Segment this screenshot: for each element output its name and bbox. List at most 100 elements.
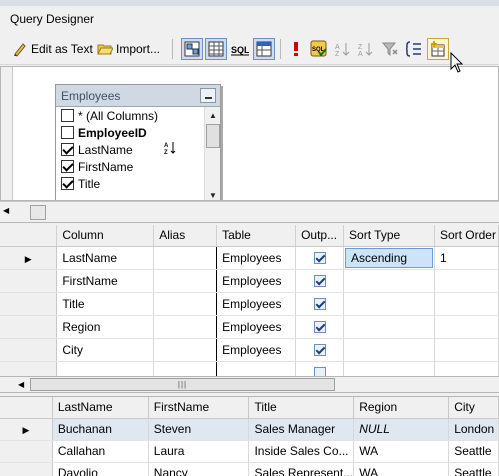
output-checkbox[interactable] bbox=[313, 321, 326, 334]
sort-type-dropdown[interactable]: Ascending bbox=[345, 247, 433, 268]
column-cell[interactable]: LastName bbox=[56, 246, 155, 270]
diagram-column-item[interactable]: FirstName bbox=[56, 158, 204, 175]
row-selector[interactable] bbox=[0, 338, 58, 362]
diagram-column-item[interactable]: Title bbox=[56, 175, 204, 192]
output-cell[interactable] bbox=[295, 246, 345, 270]
minimize-icon[interactable] bbox=[200, 88, 216, 103]
output-checkbox[interactable] bbox=[313, 275, 326, 288]
table-cell[interactable]: Employees bbox=[216, 338, 297, 362]
diagram-pane-button[interactable] bbox=[181, 38, 203, 60]
result-firstname-cell[interactable]: Nancy bbox=[148, 462, 250, 476]
row-selector[interactable] bbox=[0, 361, 58, 376]
result-lastname-cell[interactable]: Davolio bbox=[52, 462, 149, 476]
table-header[interactable]: Table bbox=[216, 225, 297, 247]
table-cell[interactable]: Employees bbox=[216, 315, 297, 339]
criteria-row[interactable]: Region Employees bbox=[0, 315, 499, 339]
scroll-thumb[interactable] bbox=[206, 124, 220, 148]
alias-cell[interactable] bbox=[153, 292, 218, 316]
output-cell[interactable] bbox=[295, 361, 345, 376]
sort-order-cell[interactable]: 1 bbox=[434, 246, 499, 270]
alias-cell[interactable] bbox=[153, 361, 218, 376]
result-region-cell[interactable]: WA bbox=[353, 462, 450, 476]
row-selector[interactable] bbox=[0, 315, 58, 339]
output-checkbox[interactable] bbox=[313, 367, 326, 376]
criteria-grid[interactable]: Column Alias Table Outp... Sort Type Sor… bbox=[0, 225, 499, 377]
result-firstname-cell[interactable]: Steven bbox=[148, 418, 250, 441]
scroll-thumb[interactable]: ||| bbox=[30, 378, 335, 391]
result-header-region[interactable]: Region bbox=[353, 397, 450, 419]
column-checkbox[interactable] bbox=[61, 143, 74, 156]
scroll-left-icon[interactable]: ◀ bbox=[3, 206, 9, 215]
import-button[interactable]: Import... bbox=[97, 38, 160, 60]
sort-type-header[interactable]: Sort Type bbox=[343, 225, 435, 247]
column-cell[interactable]: Region bbox=[56, 315, 155, 339]
alias-cell[interactable] bbox=[153, 246, 218, 270]
column-checkbox[interactable] bbox=[61, 126, 74, 139]
scroll-up-icon[interactable]: ▲ bbox=[205, 107, 221, 123]
row-selector[interactable] bbox=[0, 440, 53, 463]
results-pane-button[interactable] bbox=[253, 38, 275, 60]
row-selector[interactable] bbox=[0, 269, 58, 293]
result-row[interactable]: Davolio Nancy Sales Represent... WA Seattle bbox=[0, 462, 499, 476]
sort-order-cell[interactable] bbox=[434, 315, 499, 339]
result-region-cell[interactable]: NULL bbox=[353, 418, 450, 441]
result-title-cell[interactable]: Inside Sales Co... bbox=[248, 440, 355, 463]
column-cell[interactable]: City bbox=[56, 338, 155, 362]
employees-table-box[interactable]: Employees * (All Columns) EmployeeID LastN… bbox=[55, 84, 221, 200]
result-region-cell[interactable]: WA bbox=[353, 440, 450, 463]
row-selector[interactable]: ▶ bbox=[0, 246, 58, 270]
result-city-cell[interactable]: Seattle bbox=[448, 462, 499, 476]
diagram-column-item[interactable]: EmployeeID bbox=[56, 124, 204, 141]
diagram-pane[interactable]: Employees * (All Columns) EmployeeID LastN… bbox=[0, 66, 499, 201]
result-lastname-cell[interactable]: Callahan bbox=[52, 440, 149, 463]
sort-order-header[interactable]: Sort Order bbox=[434, 225, 499, 247]
alias-cell[interactable] bbox=[153, 315, 218, 339]
row-selector[interactable] bbox=[0, 292, 58, 316]
criteria-row[interactable]: FirstName Employees bbox=[0, 269, 499, 293]
use-groupby-button[interactable] bbox=[403, 38, 425, 60]
result-title-cell[interactable]: Sales Represent... bbox=[248, 462, 355, 476]
row-selector[interactable]: ▶ bbox=[0, 418, 53, 441]
table-cell[interactable]: Employees bbox=[216, 269, 297, 293]
sort-type-cell[interactable] bbox=[343, 315, 435, 339]
row-selector[interactable] bbox=[0, 462, 53, 476]
column-cell[interactable]: Title bbox=[56, 292, 155, 316]
table-cell[interactable]: Employees bbox=[216, 292, 297, 316]
alias-cell[interactable] bbox=[153, 338, 218, 362]
scroll-down-icon[interactable]: ▼ bbox=[205, 187, 221, 200]
diagram-hscrollbar[interactable]: ◀ bbox=[0, 201, 499, 223]
sort-order-cell[interactable] bbox=[434, 361, 499, 376]
diagram-column-item[interactable]: * (All Columns) bbox=[56, 107, 204, 124]
output-cell[interactable] bbox=[295, 338, 345, 362]
sort-type-cell[interactable] bbox=[343, 361, 435, 376]
result-header-title[interactable]: Title bbox=[248, 397, 355, 419]
table-box-scrollbar[interactable]: ▲ ▼ bbox=[204, 107, 221, 200]
column-cell[interactable]: FirstName bbox=[56, 269, 155, 293]
output-checkbox[interactable] bbox=[313, 344, 326, 357]
output-header[interactable]: Outp... bbox=[295, 225, 345, 247]
criteria-row[interactable]: City Employees bbox=[0, 338, 499, 362]
alias-header[interactable]: Alias bbox=[153, 225, 218, 247]
diagram-column-item[interactable]: LastName A Z bbox=[56, 141, 204, 158]
output-cell[interactable] bbox=[295, 269, 345, 293]
sql-pane-button[interactable]: SQL bbox=[229, 38, 251, 60]
column-checkbox[interactable] bbox=[61, 109, 74, 122]
result-header-city[interactable]: City bbox=[448, 397, 499, 419]
result-firstname-cell[interactable]: Laura bbox=[148, 440, 250, 463]
output-checkbox[interactable] bbox=[313, 252, 326, 265]
result-title-cell[interactable]: Sales Manager bbox=[248, 418, 355, 441]
sort-type-cell[interactable] bbox=[343, 269, 435, 293]
output-checkbox[interactable] bbox=[313, 298, 326, 311]
criteria-empty-row[interactable] bbox=[0, 361, 499, 376]
add-table-button[interactable] bbox=[427, 38, 449, 60]
results-pane[interactable]: LastName FirstName Title Region City ▶ Bu… bbox=[0, 396, 499, 476]
run-button[interactable] bbox=[285, 38, 307, 60]
scroll-left-icon[interactable]: ◀ bbox=[18, 380, 24, 389]
column-checkbox[interactable] bbox=[61, 177, 74, 190]
result-city-cell[interactable]: Seattle bbox=[448, 440, 499, 463]
sort-order-cell[interactable] bbox=[434, 269, 499, 293]
edit-as-text-button[interactable]: Edit as Text bbox=[12, 38, 93, 60]
output-cell[interactable] bbox=[295, 292, 345, 316]
column-header[interactable]: Column bbox=[56, 225, 155, 247]
result-header-lastname[interactable]: LastName bbox=[52, 397, 149, 419]
